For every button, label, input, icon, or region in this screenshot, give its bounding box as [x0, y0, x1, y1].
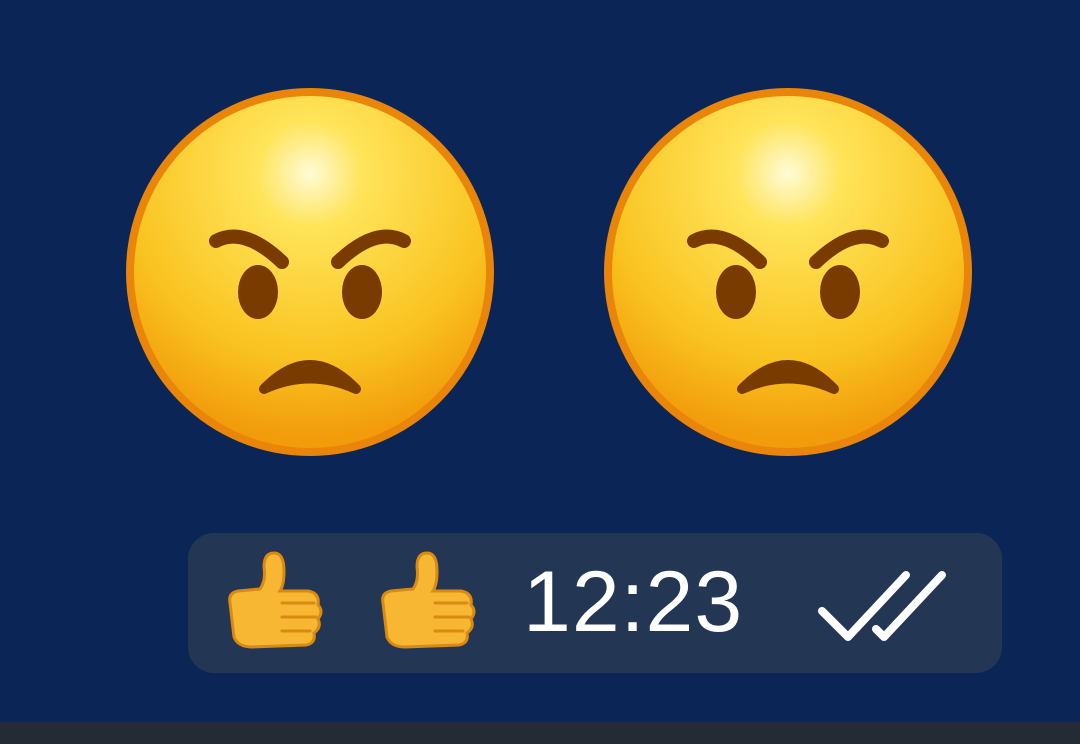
- thumbs-up-icon: [381, 551, 476, 649]
- thumbs-up-icon: [228, 551, 323, 649]
- chat-area: 12:23: [0, 0, 1080, 722]
- reaction-thumbs-up[interactable]: [365, 541, 485, 661]
- angry-face-icon: [126, 88, 494, 456]
- message-meta-bubble: 12:23: [188, 533, 1002, 673]
- reaction-thumbs-up[interactable]: [212, 541, 332, 661]
- message-time: 12:23: [523, 554, 744, 650]
- emoji-message[interactable]: [124, 86, 974, 458]
- bottom-bar: [0, 722, 1080, 744]
- angry-face-icon: [604, 88, 972, 456]
- double-check-icon: [818, 571, 946, 641]
